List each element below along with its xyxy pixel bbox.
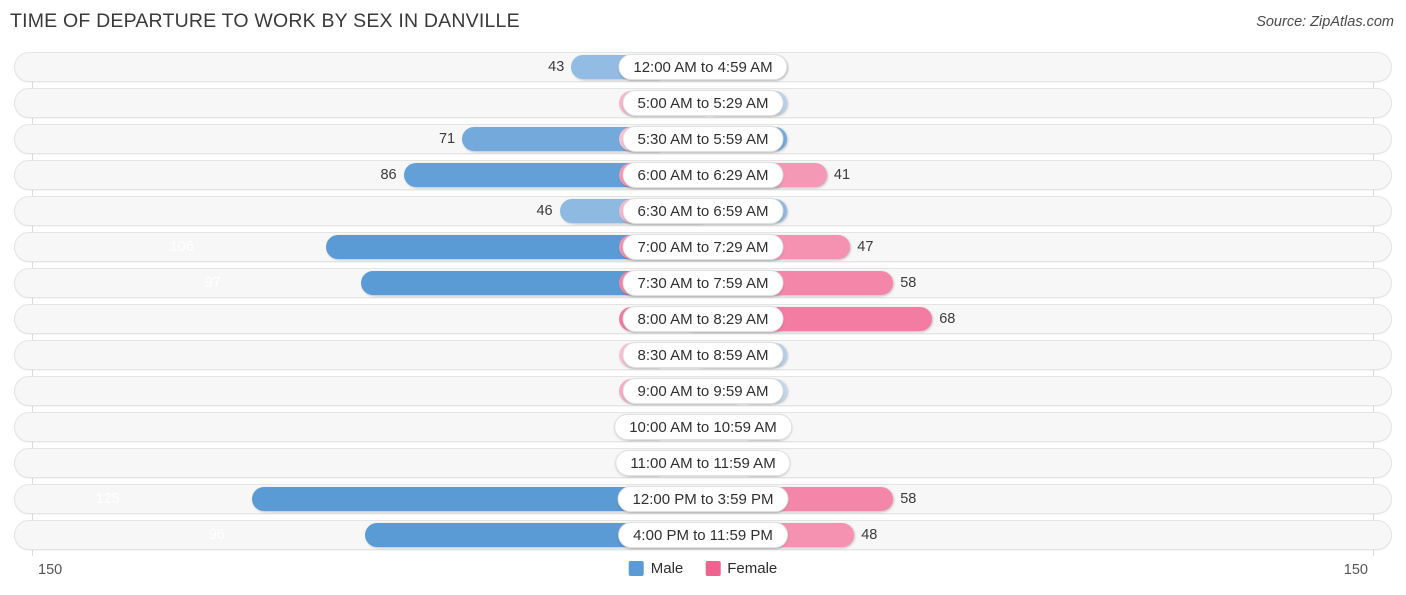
- chart-row: 125 58 12:00 PM to 3:59 PM: [14, 484, 1392, 514]
- row-category-label: 12:00 PM to 3:59 PM: [617, 486, 789, 512]
- legend-swatch-icon: [628, 561, 644, 576]
- chart-row: 9125:00 AM to 5:29 AM: [14, 88, 1392, 118]
- legend-item-female[interactable]: Female: [705, 560, 777, 577]
- bar-value-male: 106: [169, 239, 194, 255]
- row-category-label: 8:30 AM to 8:59 AM: [622, 342, 784, 368]
- chart-legend: Male Female: [628, 560, 777, 577]
- bar-value-female: 47: [857, 239, 874, 255]
- bar-value-male: 96: [208, 527, 225, 543]
- row-category-label: 10:00 AM to 10:59 AM: [614, 414, 792, 440]
- chart-plot-area: 43012:00 AM to 4:59 AM 9125:00 AM to 5:29…: [14, 52, 1392, 556]
- row-category-label: 7:30 AM to 7:59 AM: [622, 270, 784, 296]
- bar-value-female: 48: [861, 527, 878, 543]
- row-category-label: 11:00 AM to 11:59 AM: [615, 450, 791, 476]
- legend-label: Male: [650, 560, 684, 577]
- row-category-label: 4:00 PM to 11:59 PM: [618, 522, 788, 548]
- row-category-label: 9:00 AM to 9:59 AM: [622, 378, 784, 404]
- source-attribution: Source: ZipAtlas.com: [1256, 14, 1394, 30]
- chart-row: 43012:00 AM to 4:59 AM: [14, 52, 1392, 82]
- row-category-label: 12:00 AM to 4:59 AM: [618, 54, 788, 80]
- chart-row: 46116:30 AM to 6:59 AM: [14, 196, 1392, 226]
- row-category-label: 7:00 AM to 7:29 AM: [622, 234, 784, 260]
- row-category-label: 8:00 AM to 8:29 AM: [622, 306, 784, 332]
- bar-value-female: 68: [939, 311, 956, 327]
- axis-label-left: 150: [38, 562, 63, 578]
- bar-value-male: 97: [204, 275, 221, 291]
- chart-row: 96 48 4:00 PM to 11:59 PM: [14, 520, 1392, 550]
- chart-row: 1208:30 AM to 8:59 AM: [14, 340, 1392, 370]
- chart-root: TIME OF DEPARTURE TO WORK BY SEX IN DANV…: [0, 0, 1406, 595]
- row-category-label: 6:00 AM to 6:29 AM: [622, 162, 784, 188]
- chart-row: 0010:00 AM to 10:59 AM: [14, 412, 1392, 442]
- legend-item-male[interactable]: Male: [628, 560, 684, 577]
- bar-value-male: 125: [95, 491, 120, 507]
- chart-row: 106 47 7:00 AM to 7:29 AM: [14, 232, 1392, 262]
- chart-row: 15688:00 AM to 8:29 AM: [14, 304, 1392, 334]
- bar-value-female: 58: [900, 491, 917, 507]
- chart-row: 7105:30 AM to 5:59 AM: [14, 124, 1392, 154]
- chart-row: 86 41 6:00 AM to 6:29 AM: [14, 160, 1392, 190]
- chart-row: 0209:00 AM to 9:59 AM: [14, 376, 1392, 406]
- bar-value-male: 43: [548, 59, 565, 75]
- legend-label: Female: [727, 560, 778, 577]
- row-category-label: 5:00 AM to 5:29 AM: [622, 90, 784, 116]
- bar-value-male: 71: [438, 131, 456, 147]
- axis-label-right: 150: [1343, 562, 1368, 578]
- legend-swatch-icon: [705, 561, 721, 576]
- bar-value-female: 41: [833, 167, 851, 183]
- row-category-label: 6:30 AM to 6:59 AM: [622, 198, 784, 224]
- bar-value-male: 86: [380, 167, 397, 183]
- chart-row: 97 58 7:30 AM to 7:59 AM: [14, 268, 1392, 298]
- page-title: TIME OF DEPARTURE TO WORK BY SEX IN DANV…: [10, 10, 520, 32]
- bar-value-female: 58: [900, 275, 917, 291]
- chart-row: 0011:00 AM to 11:59 AM: [14, 448, 1392, 478]
- row-category-label: 5:30 AM to 5:59 AM: [622, 126, 784, 152]
- bar-value-male: 46: [536, 203, 553, 219]
